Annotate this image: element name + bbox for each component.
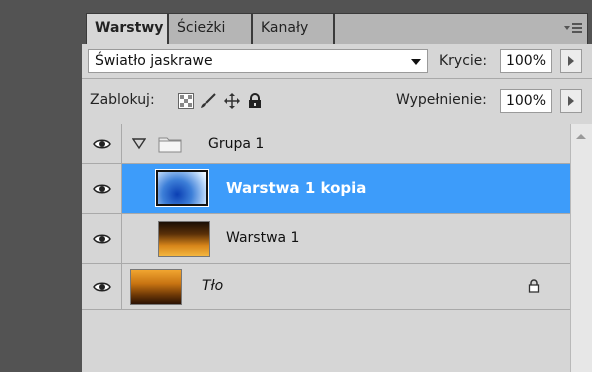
panel-tab-bar: Warstwy Ścieżki Kanały (82, 0, 592, 44)
tab-paths[interactable]: Ścieżki (168, 13, 252, 44)
tab-channels[interactable]: Kanały (252, 13, 334, 44)
layers-list: Grupa 1 Warstwa 1 kopia Warstwa 1 Tło (82, 124, 570, 372)
layer-name: Warstwa 1 (226, 230, 300, 246)
workspace-background (0, 0, 82, 372)
opacity-label: Krycie: (439, 53, 488, 69)
lock-position-move-icon[interactable] (224, 93, 240, 109)
layer-row[interactable]: Warstwa 1 (82, 214, 570, 264)
layer-row-group[interactable]: Grupa 1 (82, 124, 570, 164)
eye-icon (93, 184, 111, 193)
blend-mode-value: Światło jaskrawe (95, 53, 213, 69)
opacity-slider-button[interactable] (560, 49, 582, 73)
visibility-toggle[interactable] (82, 264, 122, 309)
fill-slider-button[interactable] (560, 89, 582, 113)
layers-panel: Warstwy Ścieżki Kanały Światło jaskrawe … (82, 0, 592, 372)
visibility-toggle[interactable] (82, 214, 122, 263)
fill-label: Wypełnienie: (396, 92, 487, 108)
layer-row-background[interactable]: Tło (82, 264, 570, 310)
scroll-up-arrow-icon[interactable] (576, 134, 586, 139)
layer-name: Warstwa 1 kopia (226, 179, 367, 197)
eye-icon (93, 139, 111, 148)
layer-thumbnail (130, 269, 182, 305)
fill-field[interactable]: 100% (500, 89, 552, 113)
lock-options-row: Zablokuj: Wypełnienie: 100% (82, 79, 592, 125)
layer-row-selected[interactable]: Warstwa 1 kopia (82, 164, 570, 214)
disclosure-triangle-icon[interactable] (132, 138, 146, 150)
tab-layers[interactable]: Warstwy (86, 13, 168, 44)
lock-transparency-icon[interactable] (178, 93, 194, 109)
opacity-field[interactable]: 100% (500, 49, 552, 73)
panel-menu-icon[interactable] (562, 18, 584, 38)
tab-bar-filler (334, 13, 588, 44)
blend-options-row: Światło jaskrawe Krycie: 100% (82, 44, 592, 79)
layer-thumbnail (155, 169, 209, 207)
eye-icon (93, 234, 111, 243)
lock-icon (528, 279, 540, 293)
folder-icon (158, 137, 182, 153)
layer-thumbnail (158, 221, 210, 257)
layers-scrollbar[interactable] (570, 124, 592, 372)
lock-label: Zablokuj: (90, 92, 155, 108)
blend-mode-select[interactable]: Światło jaskrawe (88, 49, 428, 73)
layer-name: Grupa 1 (208, 136, 265, 152)
lock-all-icon[interactable] (247, 93, 263, 109)
chevron-down-icon (411, 59, 421, 65)
visibility-toggle[interactable] (82, 164, 122, 213)
eye-icon (93, 282, 111, 291)
layer-name: Tło (202, 278, 224, 294)
lock-pixels-brush-icon[interactable] (200, 93, 216, 109)
chevron-right-icon (568, 56, 574, 66)
chevron-right-icon (568, 96, 574, 106)
visibility-toggle[interactable] (82, 124, 122, 163)
